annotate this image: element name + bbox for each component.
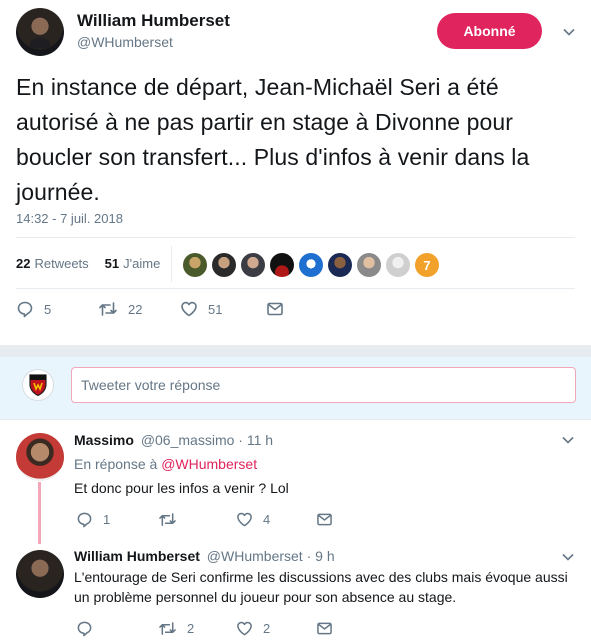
reply-compose — [0, 357, 591, 419]
reply-header: William Humberset @WHumberset · 9 h — [74, 548, 335, 564]
tweet-text: En instance de départ, Jean-Michaël Seri… — [16, 74, 530, 205]
tweet-stats: 22 Retweets 51 J'aime — [16, 256, 160, 271]
like-button[interactable]: 4 — [236, 511, 316, 528]
retweet-button[interactable]: 2 — [158, 620, 236, 637]
reply-count: 5 — [44, 301, 52, 317]
reply-time[interactable]: · 11 h — [238, 432, 273, 448]
tweet-timestamp[interactable]: 14:32 - 7 juil. 2018 — [16, 211, 123, 226]
retweet-icon — [159, 622, 176, 635]
retweet-icon — [159, 513, 176, 526]
likes-label: J'aime — [123, 256, 161, 271]
heart-icon — [237, 621, 252, 636]
reply-icon — [17, 301, 33, 318]
like-count: 51 — [208, 301, 223, 317]
chevron-down-icon[interactable] — [561, 550, 575, 564]
reply-time[interactable]: · 9 h — [307, 548, 335, 564]
main-tweet: William Humberset @WHumberset Abonné En … — [0, 0, 591, 345]
follow-button[interactable]: Abonné — [437, 13, 542, 49]
heart-icon — [237, 512, 252, 527]
liker-avatar-3[interactable] — [241, 253, 265, 277]
reply-author-name[interactable]: Massimo — [74, 432, 134, 448]
reply-tweet-2[interactable]: William Humberset @WHumberset · 9 h L'en… — [0, 540, 591, 641]
reply-button[interactable] — [76, 620, 158, 637]
reply-text: Et donc pour les infos a venir ? Lol — [74, 480, 289, 496]
envelope-icon — [317, 513, 332, 526]
reply-author-name[interactable]: William Humberset — [74, 548, 200, 564]
retweet-button[interactable] — [158, 511, 236, 528]
retweets-label: Retweets — [34, 256, 89, 271]
reply-author-handle[interactable]: @06_massimo — [141, 432, 235, 448]
user-avatar[interactable] — [22, 369, 54, 401]
liker-avatar-7[interactable] — [357, 253, 381, 277]
reply-actions: 2 2 — [76, 620, 333, 637]
heart-icon — [181, 301, 197, 317]
reply-button[interactable]: 1 — [76, 511, 158, 528]
message-button[interactable] — [316, 621, 333, 636]
section-separator — [0, 345, 591, 357]
liker-avatar-5[interactable] — [299, 253, 323, 277]
reply-input[interactable] — [71, 367, 576, 403]
envelope-icon — [317, 622, 332, 635]
retweet-count: 22 — [128, 301, 143, 317]
in-reply-link[interactable]: @WHumberset — [161, 456, 257, 472]
likes-count: 51 — [104, 256, 120, 271]
tweet-actions: 5 22 51 — [16, 300, 284, 318]
reply-icon — [77, 621, 92, 637]
retweets-stat[interactable]: 22 Retweets — [16, 256, 89, 271]
likes-stat[interactable]: 51 J'aime — [105, 256, 161, 271]
reply-avatar[interactable] — [16, 433, 64, 481]
retweet-icon — [99, 302, 117, 316]
reply-button[interactable]: 5 — [16, 300, 98, 318]
liker-avatar-9[interactable]: 7 — [415, 253, 439, 277]
reply-count: 1 — [103, 512, 111, 527]
retweet-count: 2 — [187, 621, 195, 636]
liker-avatar-6[interactable] — [328, 253, 352, 277]
retweets-count: 22 — [16, 256, 31, 271]
retweet-button[interactable]: 22 — [98, 300, 180, 318]
stats-divider — [171, 246, 172, 282]
divider — [16, 288, 575, 289]
liker-avatar-9-label: 7 — [423, 257, 431, 273]
author-avatar[interactable] — [16, 8, 64, 56]
author-handle[interactable]: @WHumberset — [77, 34, 173, 50]
reply-avatar[interactable] — [16, 550, 64, 598]
like-button[interactable]: 51 — [180, 300, 266, 318]
liker-avatar-8[interactable] — [386, 253, 410, 277]
author-name[interactable]: William Humberset — [77, 11, 230, 31]
liker-avatars: 7 — [183, 253, 444, 277]
chevron-down-icon[interactable] — [561, 433, 575, 447]
reply-text: L'entourage de Seri confirme les discuss… — [74, 569, 568, 605]
message-button[interactable] — [316, 512, 333, 527]
in-reply-to: En réponse à @WHumberset — [74, 456, 257, 472]
liker-avatar-2[interactable] — [212, 253, 236, 277]
like-count: 2 — [263, 621, 271, 636]
liker-avatar-4[interactable] — [270, 253, 294, 277]
envelope-icon — [267, 302, 283, 316]
reply-author-handle[interactable]: @WHumberset — [207, 548, 303, 564]
reply-header: Massimo @06_massimo · 11 h — [74, 432, 273, 448]
like-count: 4 — [263, 512, 271, 527]
in-reply-prefix: En réponse à — [74, 456, 158, 472]
liker-avatar-1[interactable] — [183, 253, 207, 277]
like-button[interactable]: 2 — [236, 620, 316, 637]
reply-tweet-1[interactable]: Massimo @06_massimo · 11 h En réponse à … — [0, 420, 591, 540]
divider — [16, 237, 575, 238]
reply-icon — [77, 512, 92, 528]
message-button[interactable] — [266, 301, 284, 317]
club-crest-icon — [29, 374, 47, 397]
chevron-down-icon[interactable] — [562, 25, 576, 39]
reply-actions: 1 4 — [76, 511, 333, 528]
